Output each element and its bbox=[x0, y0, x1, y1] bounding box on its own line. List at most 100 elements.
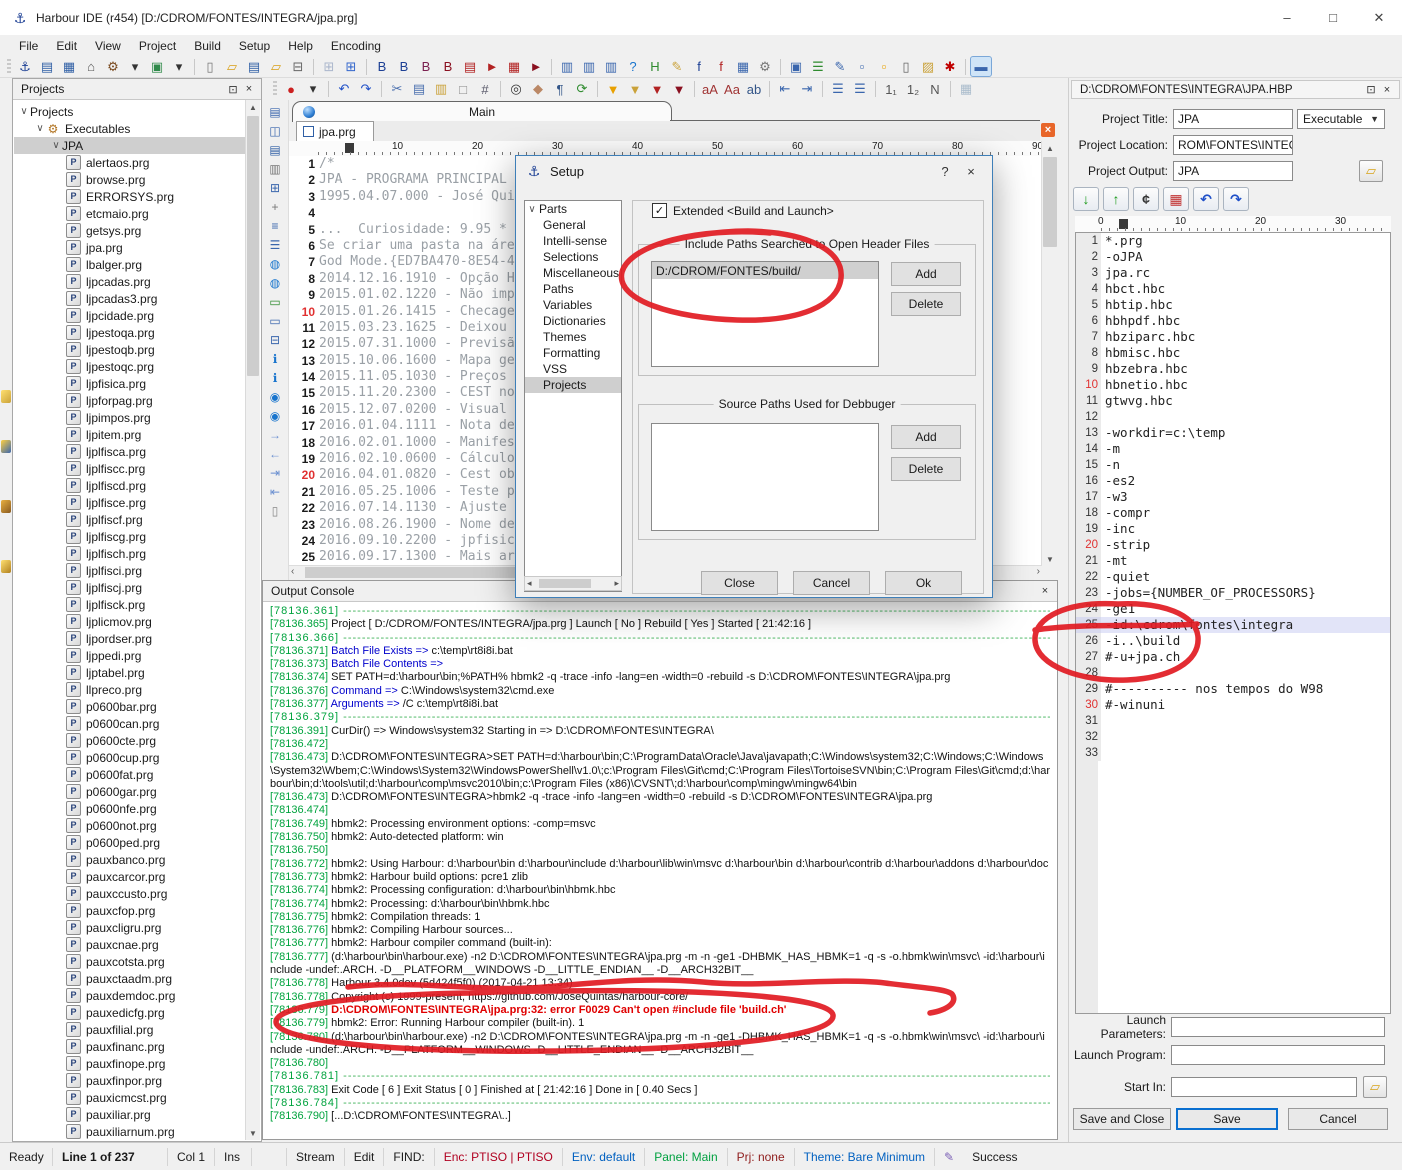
undo-icon[interactable]: ↶ bbox=[1193, 187, 1219, 211]
image-caret-icon[interactable]: ▾ bbox=[169, 57, 189, 76]
maximize-button[interactable]: □ bbox=[1310, 0, 1356, 35]
goto-prev-icon[interactable]: ← bbox=[266, 444, 285, 463]
tree-file-p0600cte-prg[interactable]: Pp0600cte.prg bbox=[14, 732, 246, 749]
tree-file-p0600cup-prg[interactable]: Pp0600cup.prg bbox=[14, 749, 246, 766]
dialog-close-action-button[interactable]: Close bbox=[701, 571, 778, 595]
list-green-icon[interactable]: ☰ bbox=[808, 57, 828, 76]
docked-icon-fragment[interactable] bbox=[1, 560, 11, 573]
setup-part-variables[interactable]: Variables bbox=[525, 297, 621, 313]
web-globe2-icon[interactable]: ◍ bbox=[266, 273, 285, 292]
goto-end-icon[interactable]: ⇥ bbox=[266, 463, 285, 482]
source-delete-button[interactable]: Delete bbox=[891, 457, 961, 481]
menu-encoding[interactable]: Encoding bbox=[322, 37, 390, 55]
frame-icon[interactable]: ▭ bbox=[266, 292, 285, 311]
scroll-up-icon[interactable]: ▲ bbox=[1042, 141, 1058, 155]
undo-icon[interactable]: ↶ bbox=[334, 80, 354, 99]
open-file-icon[interactable]: ▱ bbox=[222, 57, 242, 76]
tree-file-ljpitem-prg[interactable]: Pljpitem.prg bbox=[14, 426, 246, 443]
tree-file-pauxcnae-prg[interactable]: Ppauxcnae.prg bbox=[14, 936, 246, 953]
tree-file-ljptabel-prg[interactable]: Pljptabel.prg bbox=[14, 664, 246, 681]
gear-icon[interactable]: ⚙ bbox=[755, 57, 775, 76]
build-bricks-icon[interactable]: ▤ bbox=[460, 57, 480, 76]
close-console-icon[interactable]: × bbox=[1037, 583, 1053, 599]
record-caret-icon[interactable]: ▾ bbox=[303, 80, 323, 99]
build-run-icon[interactable]: ► bbox=[482, 57, 502, 76]
columns-icon[interactable]: ☰ bbox=[266, 235, 285, 254]
tree-caret-icon[interactable]: ∨ bbox=[525, 204, 539, 215]
project-output-input[interactable]: JPA bbox=[1173, 161, 1293, 181]
scroll-right-icon[interactable]: ▸ bbox=[614, 578, 619, 589]
number-one-icon[interactable]: 1₁ bbox=[881, 80, 901, 99]
harbour-help-icon[interactable]: H bbox=[645, 57, 665, 76]
tree-file-ljppedi-prg[interactable]: Pljppedi.prg bbox=[14, 647, 246, 664]
tree-file-pauxiliar-prg[interactable]: Ppauxiliar.prg bbox=[14, 1106, 246, 1123]
table-red-icon[interactable]: ▦ bbox=[1163, 187, 1189, 211]
tree-file-pauxccusto-prg[interactable]: Ppauxccusto.prg bbox=[14, 885, 246, 902]
parts-root[interactable]: ∨Parts bbox=[525, 201, 621, 217]
float-panel-icon[interactable]: ⊡ bbox=[1363, 82, 1379, 98]
tree-file-ljpcadas-prg[interactable]: Pljpcadas.prg bbox=[14, 273, 246, 290]
new-file-icon[interactable]: ▯ bbox=[200, 57, 220, 76]
setup-part-general[interactable]: General bbox=[525, 217, 621, 233]
copy-icon[interactable]: ▤ bbox=[409, 80, 429, 99]
active-panel-icon[interactable]: ▬ bbox=[971, 57, 991, 76]
case-lower-icon[interactable]: aA bbox=[700, 80, 720, 99]
window-list-icon[interactable]: ▣ bbox=[786, 57, 806, 76]
dialog-ok-button[interactable]: Ok bbox=[885, 571, 962, 595]
menu-project[interactable]: Project bbox=[130, 37, 185, 55]
rebuild-run-icon[interactable]: ► bbox=[526, 57, 546, 76]
menu-file[interactable]: File bbox=[10, 37, 47, 55]
paragraph-icon[interactable]: N bbox=[925, 80, 945, 99]
tree-file-p0600fat-prg[interactable]: Pp0600fat.prg bbox=[14, 766, 246, 783]
image-icon[interactable]: ▣ bbox=[147, 57, 167, 76]
doc-info-icon[interactable]: ▯ bbox=[266, 501, 285, 520]
expand-icon[interactable]: + bbox=[266, 197, 285, 216]
tree-file-p0600gar-prg[interactable]: Pp0600gar.prg bbox=[14, 783, 246, 800]
paste-icon[interactable]: ▥ bbox=[431, 80, 451, 99]
scroll-thumb[interactable] bbox=[247, 116, 259, 376]
vscroll-thumb[interactable] bbox=[1043, 157, 1057, 247]
tree-file-pauxfinope-prg[interactable]: Ppauxfinope.prg bbox=[14, 1055, 246, 1072]
setup-part-formatting[interactable]: Formatting bbox=[525, 345, 621, 361]
tree-caret-icon[interactable]: ∨ bbox=[34, 123, 46, 134]
compile-all-icon[interactable]: B bbox=[394, 57, 414, 76]
dialog-help-button[interactable]: ? bbox=[932, 160, 958, 182]
close-file-icon[interactable]: × bbox=[1041, 123, 1055, 137]
pencil-blue-icon[interactable]: ✎ bbox=[830, 57, 850, 76]
table-grid-icon[interactable]: ⊞ bbox=[266, 178, 285, 197]
parts-hscrollbar[interactable]: ◂ ▸ bbox=[524, 576, 622, 591]
setup-part-paths[interactable]: Paths bbox=[525, 281, 621, 297]
zoom-in-icon[interactable]: ◉ bbox=[266, 387, 285, 406]
menu-help[interactable]: Help bbox=[279, 37, 322, 55]
rows2-icon[interactable]: ⊟ bbox=[266, 330, 285, 349]
hscroll-thumb[interactable] bbox=[539, 579, 591, 588]
tree-file-pauxicmcst-prg[interactable]: Ppauxicmcst.prg bbox=[14, 1089, 246, 1106]
tree-caret-icon[interactable]: ∨ bbox=[50, 140, 62, 151]
move-down-icon[interactable]: ↓ bbox=[1073, 187, 1099, 211]
tree-file-ljplfiscj-prg[interactable]: Pljplfiscj.prg bbox=[14, 579, 246, 596]
rows-icon[interactable]: ≡ bbox=[266, 216, 285, 235]
percent-grid-icon[interactable]: ▨ bbox=[918, 57, 938, 76]
tree-file-p0600not-prg[interactable]: Pp0600not.prg bbox=[14, 817, 246, 834]
include-delete-button[interactable]: Delete bbox=[891, 292, 961, 316]
print-icon[interactable]: ⊟ bbox=[288, 57, 308, 76]
tree-file-pauxcfop-prg[interactable]: Ppauxcfop.prg bbox=[14, 902, 246, 919]
tree-file-alertaos-prg[interactable]: Palertaos.prg bbox=[14, 154, 246, 171]
find-next-icon[interactable]: ¶ bbox=[550, 80, 570, 99]
editor-vscrollbar[interactable]: ▲ ▼ bbox=[1041, 141, 1058, 566]
function-list-red-icon[interactable]: f bbox=[711, 57, 731, 76]
tab-main[interactable]: Main bbox=[292, 101, 672, 122]
find-icon[interactable]: ◎ bbox=[506, 80, 526, 99]
debug-bug-icon[interactable]: ✱ bbox=[940, 57, 960, 76]
tree-file-ljplfiscg-prg[interactable]: Pljplfiscg.prg bbox=[14, 528, 246, 545]
tree-file-ljplfisci-prg[interactable]: Pljplfisci.prg bbox=[14, 562, 246, 579]
tree-file-ljplfisck-prg[interactable]: Pljplfisck.prg bbox=[14, 596, 246, 613]
info-icon[interactable]: ℹ bbox=[266, 349, 285, 368]
tree-caret-icon[interactable]: ∨ bbox=[18, 106, 30, 117]
tree-file-ljpcadas3-prg[interactable]: Pljpcadas3.prg bbox=[14, 290, 246, 307]
home-icon[interactable]: ⌂ bbox=[81, 57, 101, 76]
scroll-left-icon[interactable]: ◂ bbox=[527, 578, 532, 589]
close-panel-icon[interactable]: × bbox=[241, 81, 257, 97]
frame2-icon[interactable]: ▭ bbox=[266, 311, 285, 330]
line-ops2-icon[interactable]: ☰ bbox=[850, 80, 870, 99]
